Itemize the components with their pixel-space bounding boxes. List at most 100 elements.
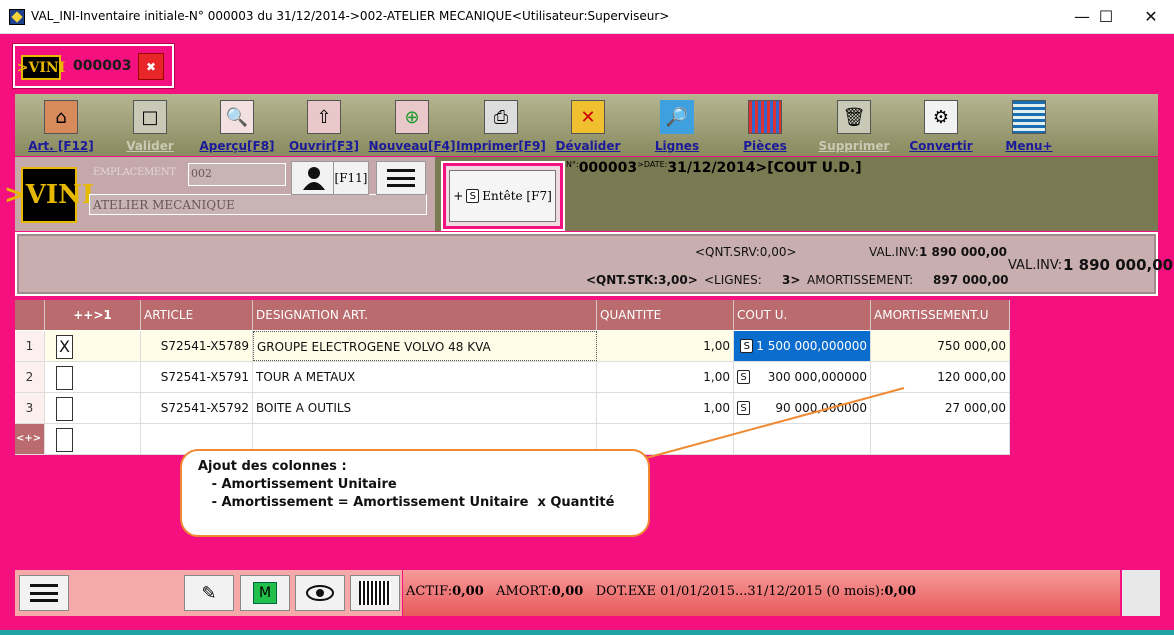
header-menu-button[interactable] <box>376 161 426 195</box>
new-icon: ⊕ <box>395 100 429 134</box>
f11-button[interactable]: [F11] <box>333 161 369 195</box>
dot-label: DOT.EXE 01/01/2015...31/12/2015 (0 mois)… <box>595 584 885 599</box>
header-info: N°:000003>DATE:31/12/2014>[COUT U.D.] <box>566 160 862 176</box>
grid-corner <box>15 300 45 330</box>
valider-button[interactable]: □ Valider <box>118 94 182 156</box>
row-amortissement[interactable]: 750 000,00 <box>871 331 1010 361</box>
dot-value: 0,00 <box>884 584 917 599</box>
col-header-article[interactable]: ARTICLE <box>141 300 253 330</box>
imprimer-button[interactable]: ⎙ Imprimer[F9] <box>456 94 546 156</box>
emplacement-field[interactable]: 002 <box>188 163 286 186</box>
qnt-srv: <QNT.SRV:0,00> <box>695 245 797 259</box>
info-no-label: N°: <box>566 160 579 169</box>
convert-icon: ⚙ <box>924 100 958 134</box>
actif-label: ACTIF: <box>406 584 453 599</box>
val-inv-label: VAL.INV: <box>1008 258 1063 273</box>
row-checkbox[interactable] <box>56 428 73 452</box>
lignes-label: <LIGNES: <box>704 273 762 287</box>
barcode-button[interactable] <box>350 575 400 611</box>
val-inv-small: VAL.INV:1 890 000,00 <box>869 245 1007 259</box>
window-title: VAL_INI-Inventaire initiale-N° 000003 du… <box>31 9 670 23</box>
status-text: ACTIF:0,00 AMORT:0,00 DOT.EXE 01/01/2015… <box>403 570 1120 616</box>
table-row[interactable]: 1 X S72541-X5789 GROUPE ELECTROGENE VOLV… <box>15 331 1010 362</box>
row-cout[interactable]: S1 500 000,000000 <box>734 331 871 361</box>
col-header-amortissement[interactable]: AMORTISSEMENT.U <box>871 300 1010 330</box>
qnt-stk: <QNT.STK:3,00> <box>586 273 698 287</box>
maximize-button[interactable]: ☐ <box>1083 0 1129 33</box>
tools-icon[interactable]: ✖ <box>138 53 164 80</box>
row-check-cell <box>45 362 141 392</box>
lignes-count: 3> <box>782 273 801 287</box>
row-article[interactable]: S72541-X5792 <box>141 393 253 423</box>
status-menu-button[interactable] <box>19 575 69 611</box>
menu-plus-button[interactable]: Menu+ <box>1002 94 1056 156</box>
nouveau-button[interactable]: ⊕ Nouveau[F4] <box>369 94 455 156</box>
pieces-icon <box>748 100 782 134</box>
m-icon: M <box>253 582 277 604</box>
amort-value: 897 000,00 <box>933 273 1009 287</box>
hamburger-icon <box>30 584 58 602</box>
row-number: 2 <box>15 362 45 392</box>
close-window-button[interactable]: ✕ <box>1128 0 1174 33</box>
emplacement-label: EMPLACEMENT <box>93 167 176 178</box>
row-check-cell <box>45 424 141 454</box>
entete-button[interactable]: + S Entête [F7] <box>449 170 556 222</box>
col-header-cout[interactable]: COUT U. <box>734 300 871 330</box>
atelier-field[interactable]: ATELIER MECANIQUE <box>89 194 427 215</box>
row-article[interactable]: S72541-X5791 <box>141 362 253 392</box>
lignes-button[interactable]: 🔎 Lignes <box>650 94 704 156</box>
unvalidate-icon: ✕ <box>571 100 605 134</box>
ouvrir-button[interactable]: ⇧ Ouvrir[F3] <box>289 94 359 156</box>
preview-icon: 🔍 <box>220 100 254 134</box>
col-header-check[interactable]: ++>1 <box>45 300 141 330</box>
open-icon: ⇧ <box>307 100 341 134</box>
document-badge[interactable]: >VINI 000003 ✖ <box>13 44 174 88</box>
row-checkbox[interactable] <box>56 397 73 421</box>
devalider-button[interactable]: ✕ Dévalider <box>555 94 621 156</box>
pieces-button[interactable]: Pièces <box>738 94 792 156</box>
row-quantite[interactable]: 1,00 <box>597 331 734 361</box>
validate-icon: □ <box>133 100 167 134</box>
print-icon: ⎙ <box>484 100 518 134</box>
eye-icon <box>306 585 334 601</box>
row-checkbox[interactable]: X <box>56 335 73 359</box>
col-header-quantite[interactable]: QUANTITE <box>597 300 734 330</box>
info-cout: >[COUT U.D.] <box>755 160 862 176</box>
search-lines-icon: 🔎 <box>660 100 694 134</box>
val-inv-value: 1 890 000,00 <box>1063 256 1174 274</box>
row-check-cell <box>45 393 141 423</box>
convertir-button[interactable]: ⚙ Convertir <box>907 94 975 156</box>
plus-icon: + <box>453 189 464 203</box>
row-designation[interactable]: BOITE A OUTILS <box>253 393 597 423</box>
edit-checklist-button[interactable]: ✎ <box>184 575 234 611</box>
row-designation[interactable]: TOUR A METAUX <box>253 362 597 392</box>
row-article[interactable]: S72541-X5789 <box>141 331 253 361</box>
document-number: 000003 <box>73 58 132 74</box>
frame-bottom-edge <box>0 630 1174 635</box>
row-checkbox[interactable] <box>56 366 73 390</box>
art-f12-button[interactable]: ⌂ Art. [F12] <box>27 94 95 156</box>
apercu-button[interactable]: 🔍 Aperçu[F8] <box>199 94 275 156</box>
m-button[interactable]: M <box>240 575 290 611</box>
edit-icon: ✎ <box>201 582 217 604</box>
row-check-cell: X <box>45 331 141 361</box>
callout-arrow <box>645 387 905 459</box>
row-number: 3 <box>15 393 45 423</box>
app-icon <box>9 9 25 25</box>
amort-status-label: AMORT: <box>496 584 552 599</box>
delete-icon: 🗑 <box>837 100 871 134</box>
info-no: 000003 <box>578 160 638 176</box>
actif-value: 0,00 <box>452 584 484 599</box>
view-button[interactable] <box>295 575 345 611</box>
amort-label: AMORTISSEMENT: <box>807 273 914 287</box>
supprimer-button[interactable]: 🗑 Supprimer <box>816 94 892 156</box>
hamburger-icon <box>387 169 415 187</box>
entete-label: Entête [F7] <box>482 189 552 203</box>
val-inv-small-label: VAL.INV: <box>869 245 919 259</box>
vini-logo: >VINI <box>17 55 65 80</box>
user-button[interactable] <box>291 161 337 195</box>
row-designation[interactable]: GROUPE ELECTROGENE VOLVO 48 KVA <box>253 331 597 361</box>
title-bar: VAL_INI-Inventaire initiale-N° 000003 du… <box>0 0 1174 34</box>
col-header-designation[interactable]: DESIGNATION ART. <box>253 300 597 330</box>
new-row-marker: <+> <box>15 424 45 454</box>
